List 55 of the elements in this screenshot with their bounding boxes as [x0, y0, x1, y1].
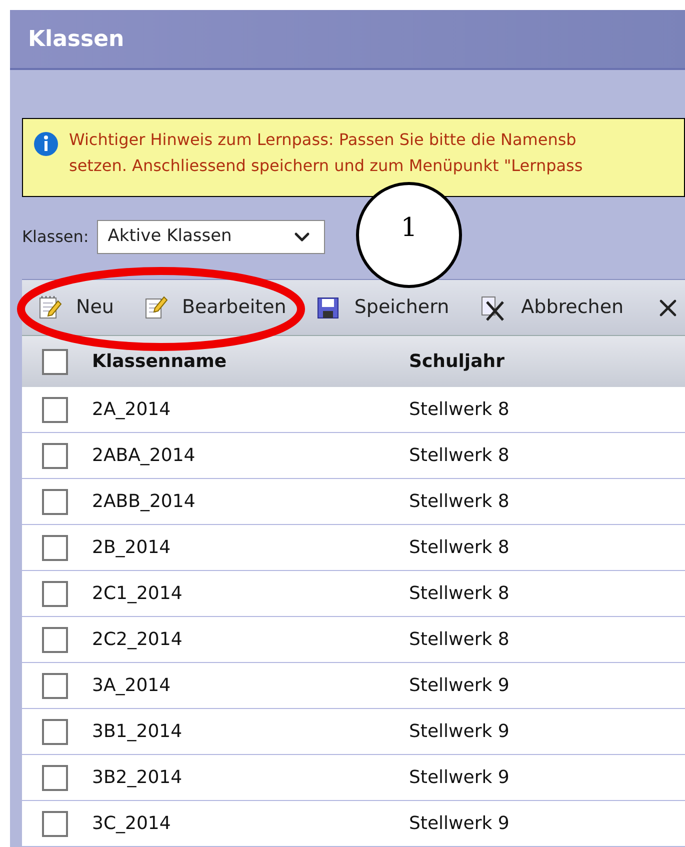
- toolbar-button[interactable]: Neu: [38, 293, 114, 322]
- table-cell-text: 2C2_2014: [92, 628, 184, 652]
- row-checkbox[interactable]: [42, 626, 68, 652]
- row-checkbox[interactable]: [42, 534, 68, 560]
- table-cell-text: 3A_2014: [92, 674, 172, 698]
- row-checkbox[interactable]: [42, 488, 68, 514]
- row-checkbox[interactable]: [42, 810, 68, 836]
- info-icon: [33, 131, 59, 157]
- row-checkbox[interactable]: [42, 672, 68, 698]
- table-cell-text: 2C1_2014: [92, 582, 184, 606]
- table-cell-text: Stellwerk 9: [409, 812, 510, 836]
- table-row[interactable]: 2B_2014 Stellwerk 8: [22, 525, 685, 571]
- table-cell-text: Stellwerk 8: [409, 444, 510, 468]
- table-row[interactable]: 2ABA_2014 Stellwerk 8: [22, 433, 685, 479]
- column-header: Klassenname: [92, 350, 228, 374]
- row-checkbox[interactable]: [42, 396, 68, 422]
- table-cell-text: 3B2_2014: [92, 766, 184, 790]
- row-checkbox[interactable]: [42, 580, 68, 606]
- class-filter-dropdown[interactable]: Aktive Klassen: [96, 220, 325, 254]
- table-row[interactable]: 2C1_2014 Stellwerk 8: [22, 571, 685, 617]
- table-cell-text: Stellwerk 8: [409, 536, 510, 560]
- table-cell-text: Stellwerk 9: [409, 674, 510, 698]
- table-cell-text: 2A_2014: [92, 398, 172, 422]
- table-row[interactable]: 3A_2014 Stellwerk 9: [22, 663, 685, 709]
- filter-label: Klassen:: [22, 226, 89, 248]
- column-header: Schuljahr: [409, 350, 504, 374]
- table-cell-text: Stellwerk 8: [409, 582, 510, 606]
- row-checkbox[interactable]: [42, 718, 68, 744]
- table-cell-text: Stellwerk 8: [409, 490, 510, 514]
- notice-text: Wichtiger Hinweis zum Lernpass: Passen Sie bitte die Namensb: [69, 129, 578, 151]
- table-row[interactable]: 2C2_2014 Stellwerk 8: [22, 617, 685, 663]
- table-row[interactable]: 3C_2014 Stellwerk 9: [22, 801, 685, 847]
- toolbar-button[interactable]: Bearbeiten: [144, 293, 286, 322]
- table-cell-text: Stellwerk 8: [409, 398, 510, 422]
- table-row[interactable]: 3B1_2014 Stellwerk 9: [22, 709, 685, 755]
- notice-text: setzen. Anschliessend speichern und zum Menüpunkt "Lernpass: [69, 155, 583, 177]
- row-checkbox[interactable]: [42, 442, 68, 468]
- select-all-checkbox[interactable]: [42, 348, 68, 374]
- table-cell-text: 3C_2014: [92, 812, 172, 836]
- window-title: Klassen: [28, 26, 124, 54]
- table-row[interactable]: 3B2_2014 Stellwerk 9: [22, 755, 685, 801]
- table-cell-text: 2ABB_2014: [92, 490, 196, 514]
- toolbar-button[interactable]: Abbrechen: [479, 293, 624, 322]
- table-cell-text: Stellwerk 9: [409, 720, 510, 744]
- table-cell-text: 2B_2014: [92, 536, 172, 560]
- toolbar-button[interactable]: Speichern: [316, 293, 450, 322]
- table-cell-text: Stellwerk 8: [409, 628, 510, 652]
- notepad-pencil-icon: [38, 294, 62, 320]
- table-cell-text: 2ABA_2014: [92, 444, 196, 468]
- table-row[interactable]: 2A_2014 Stellwerk 8: [22, 387, 685, 433]
- table-cell-text: Stellwerk 9: [409, 766, 510, 790]
- table-cell-text: 3B1_2014: [92, 720, 184, 744]
- row-checkbox[interactable]: [42, 764, 68, 790]
- table-row[interactable]: 2ABB_2014 Stellwerk 8: [22, 479, 685, 525]
- document-pencil-icon: [144, 294, 168, 320]
